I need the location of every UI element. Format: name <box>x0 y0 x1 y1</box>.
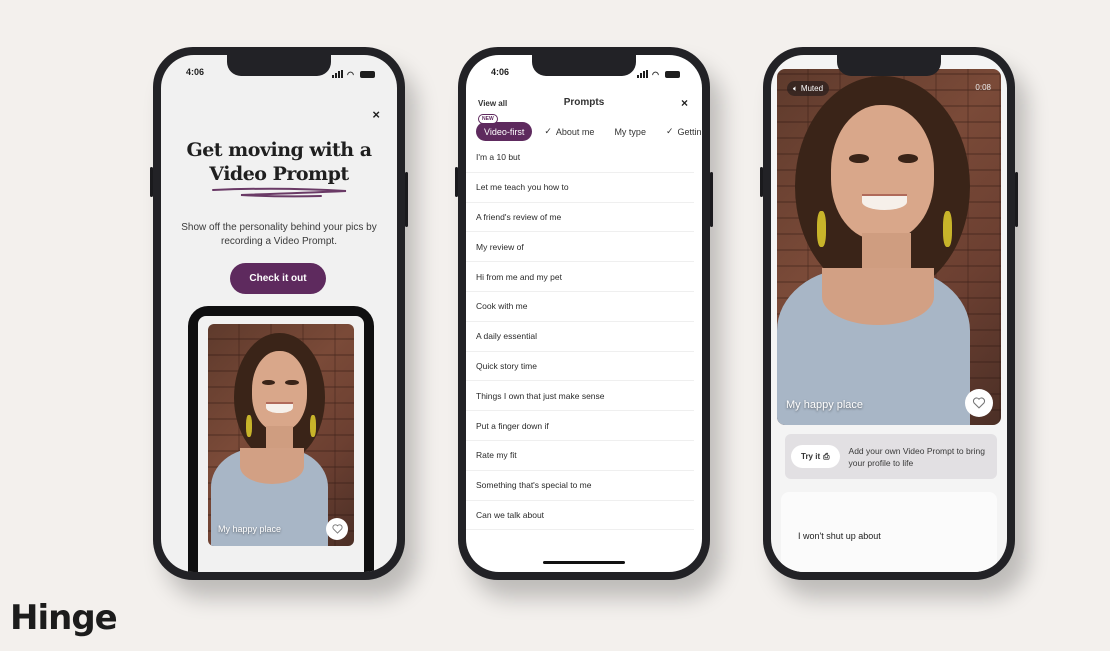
try-video-prompt-card: Try it ⎙ Add your own Video Prompt to br… <box>785 434 997 479</box>
notch <box>532 55 636 76</box>
prompts-screen: 4:06 ◠ View all Prompts × NEW Video-firs… <box>466 55 702 572</box>
prompts-title: Prompts <box>563 97 605 108</box>
speaker-muted-icon: 🔈︎ <box>793 83 798 93</box>
prompt-item[interactable]: Something that's special to me <box>466 471 694 501</box>
scribble-underline-icon <box>212 187 347 198</box>
preview-phone: My happy place <box>188 306 374 572</box>
prompt-item[interactable]: Can we talk about <box>466 501 694 531</box>
check-icon: ✓ <box>665 126 674 136</box>
status-time: 4:06 <box>186 67 205 77</box>
notch <box>837 55 941 76</box>
video-frame <box>777 69 1001 425</box>
check-it-out-button[interactable]: Check it out <box>230 263 326 294</box>
try-it-button[interactable]: Try it ⎙ <box>791 445 840 468</box>
mute-toggle[interactable]: 🔈︎ Muted <box>787 81 830 96</box>
chip-my-type[interactable]: My type <box>606 122 654 141</box>
intro-screen: 4:06 ◠ × Get moving with a Video Prompt … <box>161 55 397 572</box>
like-button[interactable] <box>326 518 348 540</box>
prompt-item[interactable]: Let me teach you how to <box>466 173 694 203</box>
prompt-item[interactable]: A daily essential <box>466 322 694 352</box>
prompt-item[interactable]: Put a finger down if <box>466 411 694 441</box>
battery-icon <box>360 70 375 78</box>
wifi-icon: ◠ <box>347 69 354 79</box>
chip-label: My type <box>614 126 646 137</box>
prompt-item[interactable]: Rate my fit <box>466 441 694 471</box>
chip-label: Video-first <box>484 126 525 137</box>
intro-title-line1: Get moving with a <box>186 139 372 161</box>
muted-label: Muted <box>800 84 824 93</box>
camera-icon: ⎙ <box>823 451 830 461</box>
chip-about-me[interactable]: ✓ About me <box>536 122 603 141</box>
phone-intro: 4:06 ◠ × Get moving with a Video Prompt … <box>150 47 408 580</box>
prompt-item[interactable]: A friend's review of me <box>466 203 694 233</box>
prompt-list: I'm a 10 but Let me teach you how to A f… <box>466 143 702 531</box>
profile-video[interactable]: 🔈︎ Muted 0:08 My happy place <box>777 69 1001 425</box>
waveform-icon <box>803 570 1003 572</box>
prompts-header: View all Prompts × <box>466 96 702 112</box>
voice-prompt-card: I won't shut up about <box>781 492 997 572</box>
prompt-item[interactable]: Things I own that just make sense <box>466 381 694 412</box>
category-chips: NEW Video-first ✓ About me My type ✓ Get… <box>476 114 702 141</box>
preview-screen: My happy place <box>198 316 364 572</box>
preview-video[interactable]: My happy place <box>208 324 354 546</box>
signal-icon <box>637 70 648 78</box>
chip-label: Gettin <box>677 126 702 137</box>
notch <box>227 55 331 76</box>
video-caption: My happy place <box>786 399 864 411</box>
check-icon: ✓ <box>544 126 552 136</box>
preview-caption: My happy place <box>218 524 282 534</box>
try-it-label: Try it <box>801 452 821 461</box>
profile-screen: 🔈︎ Muted 0:08 My happy place Try it ⎙ Ad… <box>771 55 1007 572</box>
wifi-icon: ◠ <box>652 69 659 79</box>
intro-title: Get moving with a Video Prompt <box>161 138 397 186</box>
voice-prompt-title: I won't shut up about <box>798 531 881 541</box>
video-thumbnail <box>208 324 354 546</box>
close-icon[interactable]: × <box>372 107 380 122</box>
prompt-item[interactable]: Hi from me and my pet <box>466 262 694 292</box>
close-icon[interactable]: × <box>681 96 688 110</box>
chip-video-first[interactable]: NEW Video-first <box>476 114 533 141</box>
prompt-item[interactable]: Cook with me <box>466 292 694 322</box>
video-timer: 0:08 <box>975 83 991 92</box>
status-time: 4:06 <box>491 67 510 77</box>
hinge-logo: Hinge <box>10 598 118 638</box>
heart-icon <box>331 524 343 534</box>
phone-profile: 🔈︎ Muted 0:08 My happy place Try it ⎙ Ad… <box>760 47 1018 580</box>
prompt-item[interactable]: Quick story time <box>466 352 694 382</box>
battery-icon <box>665 70 680 78</box>
new-badge: NEW <box>478 114 498 124</box>
chip-getting-personal[interactable]: ✓ Gettin <box>657 122 702 141</box>
like-button[interactable] <box>965 389 993 417</box>
try-it-description: Add your own Video Prompt to bring your … <box>848 445 985 468</box>
prompt-item[interactable]: My review of <box>466 232 694 263</box>
signal-icon <box>332 70 343 78</box>
chip-label: About me <box>555 126 595 137</box>
phone-prompts: 4:06 ◠ View all Prompts × NEW Video-firs… <box>455 47 713 580</box>
heart-icon <box>972 397 986 409</box>
intro-description: Show off the personality behind your pic… <box>181 222 377 247</box>
home-indicator[interactable] <box>543 561 625 564</box>
prompt-item[interactable]: I'm a 10 but <box>466 143 694 173</box>
intro-title-line2: Video Prompt <box>209 163 349 185</box>
